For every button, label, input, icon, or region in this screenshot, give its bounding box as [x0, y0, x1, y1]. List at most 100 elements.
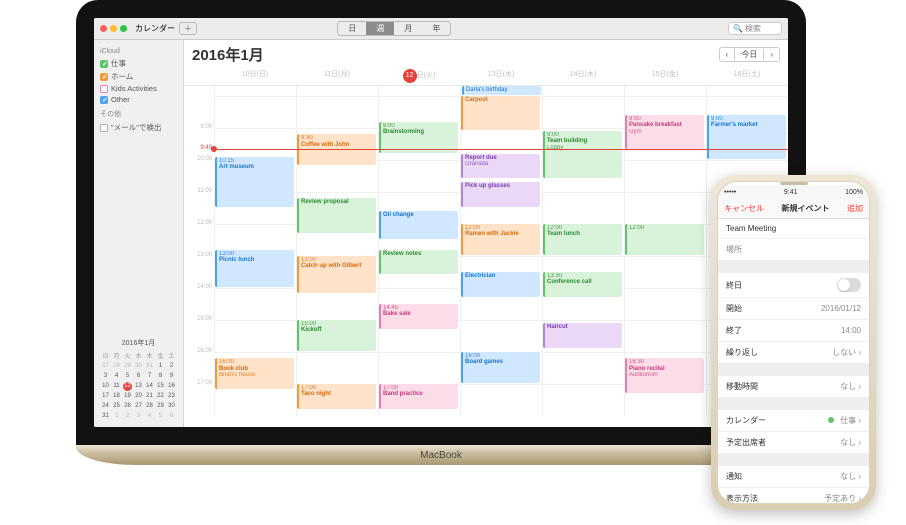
calendar-picker-row[interactable]: カレンダー 仕事 › [718, 410, 869, 432]
view-year-tab[interactable]: 年 [422, 22, 450, 35]
calendar-event[interactable]: 12:00Ramen with Jackie [461, 224, 540, 255]
time-cell[interactable] [378, 160, 460, 192]
calendar-event[interactable]: 15:00Kickoff [297, 320, 376, 351]
alert-row[interactable]: 通知 なし › [718, 466, 869, 488]
add-event-button[interactable]: ＋ [179, 22, 197, 35]
window-traffic-lights[interactable] [100, 25, 127, 32]
time-cell[interactable] [624, 256, 706, 288]
travel-label: 移動時間 [726, 381, 758, 392]
time-cell[interactable] [624, 320, 706, 352]
close-icon[interactable] [100, 25, 107, 32]
time-cell[interactable] [296, 96, 378, 128]
allday-toggle[interactable] [837, 278, 861, 292]
time-cell[interactable] [214, 96, 296, 128]
time-cell[interactable] [378, 352, 460, 384]
calendar-event[interactable]: 9:00Pancake breakfastGym [625, 115, 704, 149]
end-row[interactable]: 終了 14:00 [718, 320, 869, 342]
time-grid[interactable]: 9:0010:0011:0012:0013:0014:0015:0016:001… [184, 96, 788, 427]
calendar-event[interactable]: Carpool [461, 96, 540, 130]
view-segmented-control[interactable]: 日 週 月 年 [337, 21, 451, 36]
day-header: 14日(木) [542, 67, 624, 85]
allday-event[interactable]: Darla's birthday [462, 86, 541, 95]
calendar-event[interactable]: 9:30Coffee with John [297, 134, 376, 165]
view-day-tab[interactable]: 日 [338, 22, 366, 35]
calendar-event[interactable]: 17:00Band practice [379, 384, 458, 409]
hour-label: 9:00 [184, 124, 214, 156]
showas-row[interactable]: 表示方法 予定あり › [718, 488, 869, 504]
calendar-event[interactable]: Review notes [379, 250, 458, 275]
calendar-event[interactable]: Report dueGranada [461, 154, 540, 179]
calendar-event[interactable]: 13:00Picnic lunch [215, 250, 294, 287]
sidebar-calendar-item[interactable]: 仕事 [98, 57, 179, 70]
repeat-label: 繰り返し [726, 347, 758, 358]
calendar-event[interactable]: Pick up glasses [461, 182, 540, 207]
sidebar-other-item[interactable]: "メール"で検出 [98, 121, 179, 134]
calendar-event[interactable]: 17:00Taco night [297, 384, 376, 409]
allday-row: Darla's birthday [184, 86, 788, 96]
calendar-event[interactable]: Oil change [379, 211, 458, 239]
minimize-icon[interactable] [110, 25, 117, 32]
time-cell[interactable] [460, 384, 542, 416]
view-month-tab[interactable]: 月 [394, 22, 422, 35]
calendar-event[interactable]: Electrician [461, 272, 540, 297]
sidebar-calendar-item[interactable]: Kids Activities [98, 83, 179, 94]
zoom-icon[interactable] [120, 25, 127, 32]
time-cell[interactable] [542, 352, 624, 384]
calendar-event[interactable]: 13:00Catch up with Gilbert [297, 256, 376, 293]
event-location-field[interactable]: 場所 [718, 239, 869, 261]
sidebar-calendar-item[interactable]: Other [98, 94, 179, 105]
calendar-checkbox[interactable] [100, 73, 108, 81]
calendar-event[interactable]: 14:45Bake sale [379, 304, 458, 329]
cancel-button[interactable]: キャンセル [724, 203, 764, 214]
time-cell[interactable] [214, 320, 296, 352]
calendar-event[interactable]: Review proposal [297, 198, 376, 232]
time-cell[interactable] [624, 288, 706, 320]
event-title-field[interactable]: Team Meeting [718, 219, 869, 239]
calendar-event[interactable]: Haircut [543, 323, 622, 348]
allday-row[interactable]: 終日 [718, 273, 869, 298]
calendar-checkbox[interactable] [100, 96, 108, 104]
calendar-event[interactable]: 12:00Team lunch [543, 224, 622, 255]
calendar-checkbox[interactable] [100, 60, 108, 68]
calendar-event[interactable]: 12:00 [625, 224, 704, 255]
calendar-event[interactable]: 9:00Team buildingLobby [543, 131, 622, 178]
repeat-row[interactable]: 繰り返し しない › [718, 342, 869, 364]
time-cell[interactable] [542, 192, 624, 224]
next-week-button[interactable]: › [763, 49, 779, 60]
time-cell[interactable] [460, 320, 542, 352]
add-button[interactable]: 追加 [847, 203, 863, 214]
time-cell[interactable] [624, 192, 706, 224]
time-cell[interactable] [296, 352, 378, 384]
calendar-event[interactable]: 16:00Book clubBrian's house [215, 358, 294, 389]
calendar-event[interactable]: 10:15Art museum [215, 157, 294, 207]
calendar-checkbox[interactable] [100, 124, 108, 132]
calendar-event[interactable]: 13:30Conference call [543, 272, 622, 297]
macbook-label: MacBook [420, 450, 462, 461]
time-cell[interactable] [214, 288, 296, 320]
prev-week-button[interactable]: ‹ [720, 49, 735, 60]
calendar-label: "メール"で検出 [111, 122, 161, 133]
hour-label: 14:00 [184, 284, 214, 316]
mini-calendar[interactable]: 2016年1月 日月火水木金土2728293031123456789101112… [98, 336, 179, 423]
time-cell[interactable] [624, 160, 706, 192]
sidebar: iCloud 仕事ホームKids ActivitiesOther その他 "メー… [94, 40, 184, 427]
view-week-tab[interactable]: 週 [366, 22, 394, 35]
time-cell[interactable] [542, 96, 624, 128]
sidebar-calendar-item[interactable]: ホーム [98, 70, 179, 83]
invitees-row[interactable]: 予定出席者 なし › [718, 432, 869, 454]
calendar-event[interactable]: 9:00Brainstorming [379, 122, 458, 153]
time-cell[interactable] [214, 128, 296, 160]
carrier-icon: ••••• [724, 189, 736, 196]
calendar-event[interactable]: 16:30Piano recitalAuditorium [625, 358, 704, 392]
search-field[interactable]: 🔍 検索 [728, 22, 782, 35]
time-cell[interactable] [542, 384, 624, 416]
calendar-label: ホーム [111, 71, 133, 82]
start-row[interactable]: 開始 2016/01/12 [718, 298, 869, 320]
calendar-event[interactable]: 16:00Board games [461, 352, 540, 383]
calendar-checkbox[interactable] [100, 85, 108, 93]
today-button[interactable]: 今日 [734, 48, 763, 61]
calendar-event[interactable]: 9:00Farmer's market [707, 115, 786, 159]
travel-row[interactable]: 移動時間 なし › [718, 376, 869, 398]
today-navigation[interactable]: ‹ 今日 › [719, 47, 780, 62]
section-gap [718, 454, 869, 466]
